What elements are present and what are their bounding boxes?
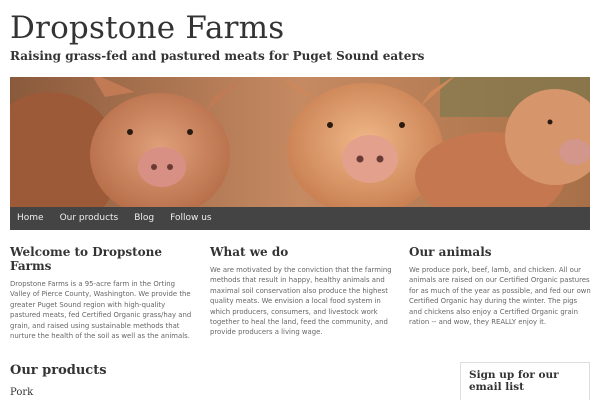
our-animals-heading: Our animals: [409, 245, 492, 259]
site-title[interactable]: Dropstone Farms: [10, 10, 284, 46]
what-we-do-text: We are motivated by the conviction that …: [210, 266, 392, 337]
our-animals-text: We produce pork, beef, lamb, and chicken…: [409, 266, 591, 327]
welcome-heading: Welcome to Dropstone Farms: [10, 245, 163, 273]
welcome-text: Dropstone Farms is a 95-acre farm in the…: [10, 280, 192, 341]
our-animals-column: Our animals We produce pork, beef, lamb,…: [409, 245, 591, 327]
hero-image: [10, 77, 590, 207]
site-tagline: Raising grass-fed and pastured meats for…: [10, 49, 425, 63]
welcome-column: Welcome to Dropstone Farms Dropstone Far…: [10, 245, 192, 341]
what-we-do-column: What we do We are motivated by the convi…: [210, 245, 392, 338]
email-signup-widget: Sign up for our email list: [460, 362, 590, 400]
pigs-photo-icon: [10, 77, 590, 207]
nav-item-home[interactable]: Home: [10, 207, 52, 230]
nav-item-follow-us[interactable]: Follow us: [162, 207, 219, 230]
email-signup-heading: Sign up for our email list: [469, 369, 559, 393]
product-item-pork[interactable]: Pork: [10, 387, 33, 398]
nav-item-our-products[interactable]: Our products: [52, 207, 127, 230]
what-we-do-heading: What we do: [210, 245, 289, 259]
main-nav: Home Our products Blog Follow us: [10, 207, 590, 230]
our-products-heading: Our products: [10, 363, 107, 378]
nav-item-blog[interactable]: Blog: [126, 207, 162, 230]
